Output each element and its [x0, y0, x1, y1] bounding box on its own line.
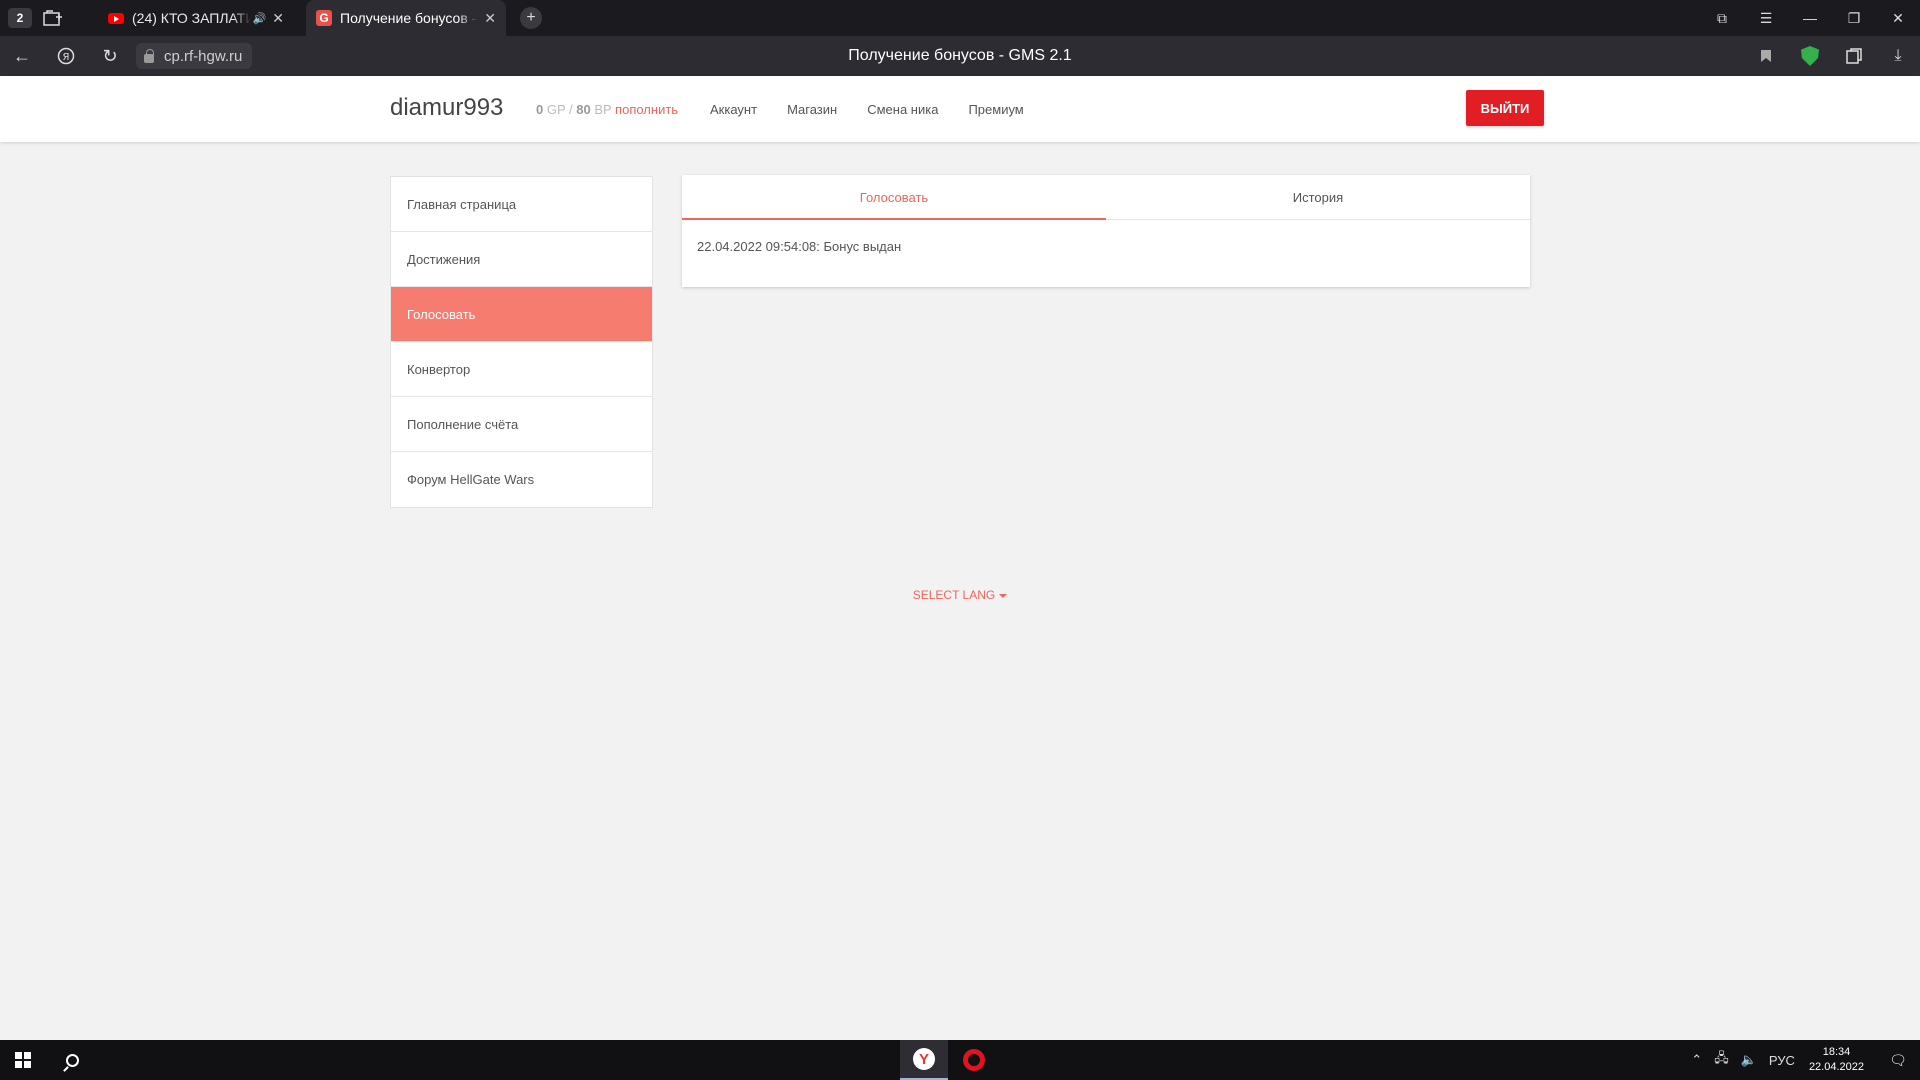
lock-icon	[144, 48, 154, 63]
taskbar: Y ⌃ 🖧 🔈 РУС 18:34 22.04.2022 🗨	[0, 1040, 1920, 1080]
yandex-home-icon[interactable]: Я	[44, 36, 88, 76]
username: diamur993	[390, 94, 504, 121]
opera-icon	[963, 1049, 985, 1071]
nav-change-nick[interactable]: Смена ника	[867, 102, 938, 117]
nav-account[interactable]: Аккаунт	[710, 102, 757, 117]
content-card: Голосовать История 22.04.2022 09:54:08: …	[682, 175, 1530, 287]
search-icon	[65, 1053, 79, 1067]
tab-title: (24) КТО ЗАПЛАТИТ	[132, 10, 251, 26]
yandex-browser-icon: Y	[913, 1048, 935, 1070]
back-icon[interactable]: ←	[0, 36, 44, 76]
taskbar-opera[interactable]	[950, 1040, 998, 1080]
menu-icon[interactable]: ☰	[1744, 10, 1788, 27]
top-nav: Аккаунт Магазин Смена ника Премиум	[710, 102, 1024, 117]
address-bar-actions: ⤓	[1744, 36, 1920, 76]
volume-icon[interactable]: 🔈	[1741, 1052, 1757, 1068]
extensions-icon[interactable]	[1832, 36, 1876, 76]
select-lang-dropdown[interactable]: SELECT LANG	[0, 588, 1920, 602]
clock[interactable]: 18:34 22.04.2022	[1809, 1045, 1864, 1075]
tab-history[interactable]: История	[1106, 175, 1530, 219]
caret-down-icon	[999, 593, 1008, 598]
page-title: Получение бонусов - GMS 2.1	[848, 47, 1072, 64]
balance: 0 GP / 80 BP пополнить	[536, 102, 678, 117]
restore-icon[interactable]: ❐	[1832, 10, 1876, 27]
sidebar-item-forum[interactable]: Форум HellGate Wars	[391, 452, 652, 507]
gp-unit: GP /	[543, 102, 577, 117]
input-language[interactable]: РУС	[1769, 1053, 1795, 1068]
content-tabs: Голосовать История	[682, 175, 1530, 220]
site-header: diamur993 0 GP / 80 BP пополнить Аккаунт…	[0, 76, 1920, 142]
sidebar-item-converter[interactable]: Конвертор	[391, 342, 652, 397]
bookmark-icon[interactable]	[1744, 36, 1788, 76]
audio-playing-icon[interactable]: 🔊	[253, 12, 267, 25]
tab-title: Получение бонусов - G	[340, 10, 479, 26]
window-controls: ⧉ ☰ — ❐ ✕	[1700, 0, 1920, 36]
start-button[interactable]	[0, 1040, 46, 1080]
sidebar-item-topup[interactable]: Пополнение счёта	[391, 397, 652, 452]
taskbar-search-button[interactable]	[54, 1040, 90, 1080]
select-lang-label: SELECT LANG	[912, 588, 996, 602]
tab-group-icon[interactable]	[38, 3, 68, 33]
collections-icon[interactable]: ⧉	[1700, 10, 1744, 27]
url-text: cp.rf-hgw.ru	[164, 47, 243, 65]
network-icon[interactable]: 🖧	[1714, 1049, 1729, 1071]
clock-time: 18:34	[1822, 1046, 1851, 1058]
topup-link[interactable]: пополнить	[615, 102, 678, 117]
tray-expand-icon[interactable]: ⌃	[1691, 1052, 1702, 1068]
url-field[interactable]: cp.rf-hgw.ru	[136, 43, 253, 69]
bp-unit: BP	[590, 102, 616, 117]
new-tab-button[interactable]: +	[520, 7, 542, 29]
bonus-log-entry: 22.04.2022 09:54:08: Бонус выдан	[697, 239, 902, 254]
sidebar-item-vote[interactable]: Голосовать	[391, 287, 652, 342]
sidebar-item-home[interactable]: Главная страница	[391, 177, 652, 232]
browser-tab-active[interactable]: G Получение бонусов - G ✕	[306, 0, 506, 36]
tab-vote[interactable]: Голосовать	[682, 175, 1106, 220]
logout-button[interactable]: ВЫЙТИ	[1466, 90, 1544, 126]
address-bar: ← Я ↻ cp.rf-hgw.ru Получение бонусов - G…	[0, 36, 1920, 76]
sidebar-menu: Главная страница Достижения Голосовать К…	[390, 176, 653, 508]
close-tab-icon[interactable]: ✕	[484, 10, 496, 27]
nav-premium[interactable]: Премиум	[968, 102, 1023, 117]
reload-icon[interactable]: ↻	[88, 36, 132, 76]
site-favicon-icon: G	[316, 10, 332, 26]
bp-value: 80	[576, 102, 591, 117]
download-icon[interactable]: ⤓	[1876, 36, 1920, 76]
system-tray: ⌃ 🖧 🔈 РУС 18:34 22.04.2022 🗨	[1685, 1040, 1920, 1080]
browser-tabstrip: 2 (24) КТО ЗАПЛАТИТ 🔊 ✕ G Получение бону…	[0, 0, 1920, 36]
close-tab-icon[interactable]: ✕	[272, 10, 284, 27]
tab-counter[interactable]: 2	[8, 8, 32, 28]
taskbar-yandex-browser[interactable]: Y	[900, 1040, 948, 1080]
protect-shield-icon[interactable]	[1788, 36, 1832, 76]
svg-text:Я: Я	[63, 52, 70, 63]
nav-shop[interactable]: Магазин	[787, 102, 837, 117]
youtube-icon	[108, 12, 124, 24]
close-window-icon[interactable]: ✕	[1876, 10, 1920, 27]
browser-tab-youtube[interactable]: (24) КТО ЗАПЛАТИТ 🔊 ✕	[98, 0, 294, 36]
minimize-icon[interactable]: —	[1788, 10, 1832, 26]
sidebar-item-achievements[interactable]: Достижения	[391, 232, 652, 287]
notifications-icon[interactable]: 🗨	[1876, 1040, 1920, 1080]
clock-date: 22.04.2022	[1808, 1061, 1864, 1073]
windows-logo-icon	[15, 1052, 31, 1068]
